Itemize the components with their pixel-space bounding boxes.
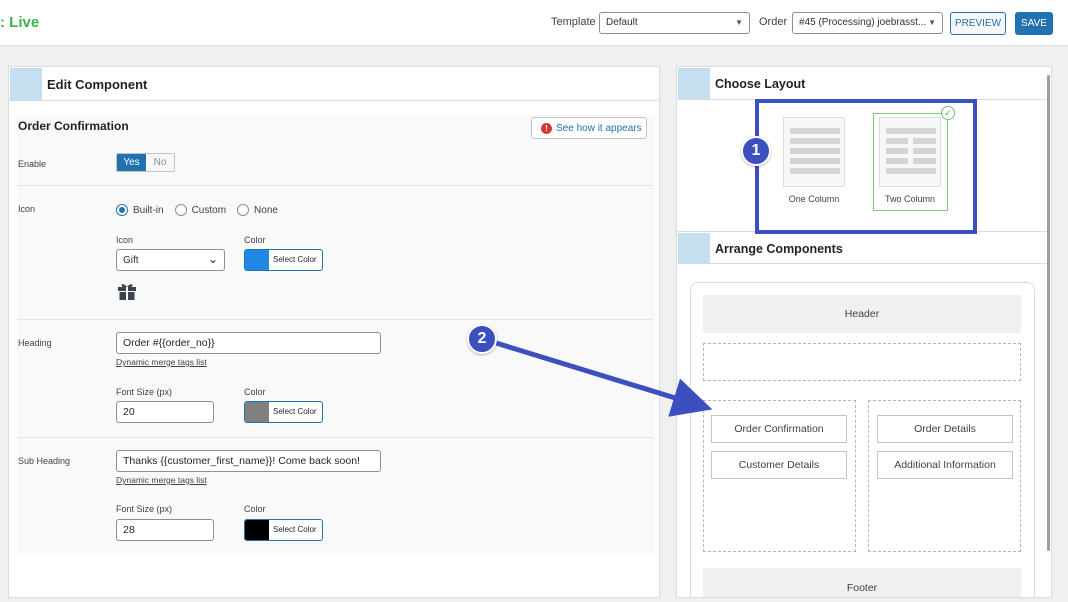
radio-built-in-label: Built-in: [133, 204, 164, 216]
top-bar: : Live Template Default ▼ Order #45 (Pro…: [0, 0, 1068, 46]
radio-custom-label: Custom: [191, 204, 227, 216]
footer-slot[interactable]: Footer: [703, 568, 1021, 597]
enable-no[interactable]: No: [145, 154, 174, 171]
enable-yes[interactable]: Yes: [117, 154, 146, 171]
caret-down-icon: ▼: [928, 18, 936, 27]
scrollbar[interactable]: [1047, 75, 1050, 551]
panel-header-square: [10, 68, 42, 100]
heading-font-size-label: Font Size (px): [116, 387, 173, 397]
radio-none-label: None: [254, 204, 278, 216]
divider: [17, 185, 653, 186]
icon-select-color-label: Select Color: [273, 255, 317, 264]
subheading-select-color-label: Select Color: [273, 525, 317, 534]
annotation-number-2: 2: [467, 324, 497, 354]
order-label: Order: [759, 16, 788, 28]
panel-header-square: [678, 233, 710, 264]
empty-drop-zone[interactable]: [703, 343, 1021, 381]
edit-component-panel: Edit Component Order Confirmation ! See …: [8, 66, 660, 598]
radio-custom-dot[interactable]: [174, 204, 187, 216]
icon-select-value: Gift: [123, 255, 139, 266]
subheading-input[interactable]: Thanks {{customer_first_name}}! Come bac…: [116, 450, 381, 472]
radio-none-dot[interactable]: [237, 204, 250, 216]
status-label: : Live: [0, 14, 40, 31]
component-customer-details[interactable]: Customer Details: [711, 451, 847, 479]
icon-color-label: Color: [244, 235, 266, 245]
panel-header-square: [678, 68, 710, 99]
template-label: Template: [551, 16, 596, 28]
heading-font-size-input[interactable]: 20: [116, 401, 214, 423]
template-select[interactable]: Default ▼: [599, 12, 750, 34]
radio-built-in-dot[interactable]: [116, 204, 128, 216]
order-select[interactable]: #45 (Processing) joebrasst... ▼: [792, 12, 943, 34]
edit-component-title: Edit Component: [47, 77, 148, 92]
gift-icon: [118, 284, 136, 300]
icon-color-picker[interactable]: Select Color: [244, 249, 323, 271]
icon-select-label: Icon: [116, 235, 134, 245]
right-column-drop-zone[interactable]: Order Details Additional Information: [868, 400, 1021, 552]
component-title: Order Confirmation: [18, 119, 129, 133]
annotation-number-1: 1: [741, 136, 771, 166]
icon-color-swatch: [245, 250, 269, 270]
icon-radio-group: Built-in Custom None: [116, 204, 278, 216]
heading-color-picker[interactable]: Select Color: [244, 401, 323, 423]
subheading-color-label: Color: [244, 504, 266, 514]
template-select-value: Default: [606, 17, 638, 28]
caret-down-icon: ▼: [735, 18, 743, 27]
component-order-details[interactable]: Order Details: [877, 415, 1013, 443]
icon-select[interactable]: Gift ⌄: [116, 249, 225, 271]
see-how-it-appears-label: See how it appears: [556, 123, 642, 134]
subheading-color-picker[interactable]: Select Color: [244, 519, 323, 541]
subheading-font-size-label: Font Size (px): [116, 504, 173, 514]
heading-select-color-label: Select Color: [273, 407, 317, 416]
chevron-down-icon: ⌄: [207, 252, 218, 266]
radio-none[interactable]: None: [237, 204, 278, 216]
heading-color-label: Color: [244, 387, 266, 397]
component-additional-information[interactable]: Additional Information: [877, 451, 1013, 479]
subheading-color-swatch: [245, 520, 269, 540]
heading-merge-tags-link[interactable]: Dynamic merge tags list: [116, 357, 207, 367]
order-select-value: #45 (Processing) joebrasst...: [799, 17, 927, 28]
save-button[interactable]: SAVE: [1015, 12, 1053, 35]
arrange-components-canvas: Header Order Confirmation Customer Detai…: [690, 282, 1035, 597]
enable-label: Enable: [18, 159, 47, 169]
subheading-row-label: Sub Heading: [18, 456, 71, 466]
annotation-highlight-box: [755, 99, 977, 234]
edit-component-header: Edit Component: [9, 67, 659, 101]
icon-row-label: Icon: [18, 204, 36, 214]
divider: [17, 319, 653, 320]
heading-color-swatch: [245, 402, 269, 422]
preview-button[interactable]: PREVIEW: [950, 12, 1006, 35]
choose-layout-title: Choose Layout: [715, 77, 806, 91]
component-order-confirmation[interactable]: Order Confirmation: [711, 415, 847, 443]
left-column-drop-zone[interactable]: Order Confirmation Customer Details: [703, 400, 856, 552]
divider: [17, 437, 653, 438]
arrange-components-title: Arrange Components: [715, 242, 843, 256]
arrange-components-header: Arrange Components: [677, 231, 1051, 264]
heading-input[interactable]: Order #{{order_no}}: [116, 332, 381, 354]
heading-row-label: Heading: [18, 338, 52, 348]
header-slot[interactable]: Header: [703, 295, 1021, 333]
enable-toggle[interactable]: Yes No: [116, 153, 175, 172]
subheading-font-size-input[interactable]: 28: [116, 519, 214, 541]
choose-layout-header: Choose Layout: [677, 67, 1051, 100]
see-how-it-appears-button[interactable]: ! See how it appears: [531, 117, 647, 139]
alert-icon: !: [541, 123, 552, 134]
radio-built-in[interactable]: Built-in: [116, 204, 164, 216]
radio-custom[interactable]: Custom: [174, 204, 227, 216]
subheading-merge-tags-link[interactable]: Dynamic merge tags list: [116, 475, 207, 485]
